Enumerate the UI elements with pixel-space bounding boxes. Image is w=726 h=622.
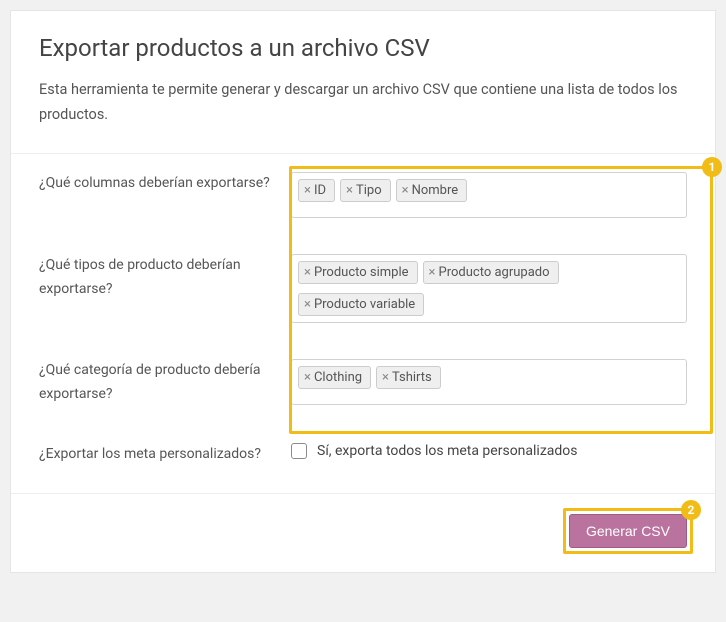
row-meta: ¿Exportar los meta personalizados? Sí, e… (39, 425, 687, 493)
label-types: ¿Qué tipos de producto deberían exportar… (39, 254, 291, 302)
tag[interactable]: ×Tipo (340, 179, 391, 202)
form-area: 1 ¿Qué columnas deberían exportarse? ×ID… (11, 154, 715, 492)
generate-csv-button[interactable]: Generar CSV (569, 514, 687, 548)
remove-tag-icon[interactable]: × (402, 184, 409, 197)
tagbox-columns[interactable]: ×ID×Tipo×Nombre (291, 172, 687, 218)
label-categories: ¿Qué categoría de producto debería expor… (39, 359, 291, 407)
panel-footer: Generar CSV 2 (11, 493, 715, 572)
export-panel: Exportar productos a un archivo CSV Esta… (10, 10, 716, 573)
checkbox-meta-label: Sí, exporta todos los meta personalizado… (317, 443, 578, 459)
tag[interactable]: ×Producto simple (298, 261, 418, 284)
remove-tag-icon[interactable]: × (304, 371, 311, 384)
row-columns: ¿Qué columnas deberían exportarse? ×ID×T… (39, 154, 687, 236)
remove-tag-icon[interactable]: × (304, 298, 311, 311)
tag[interactable]: ×Tshirts (376, 366, 441, 389)
tag-label: ID (314, 183, 326, 198)
remove-tag-icon[interactable]: × (429, 266, 436, 279)
tag[interactable]: ×ID (298, 179, 335, 202)
tag[interactable]: ×Nombre (396, 179, 468, 202)
label-columns: ¿Qué columnas deberían exportarse? (39, 172, 291, 196)
tag[interactable]: ×Producto variable (298, 293, 424, 316)
tag-label: Clothing (314, 370, 362, 385)
tag[interactable]: ×Clothing (298, 366, 371, 389)
row-categories: ¿Qué categoría de producto debería expor… (39, 341, 687, 425)
tag[interactable]: ×Producto agrupado (423, 261, 559, 284)
tag-label: Producto simple (314, 265, 409, 280)
annotation-marker-1: 1 (702, 157, 722, 177)
remove-tag-icon[interactable]: × (304, 266, 311, 279)
remove-tag-icon[interactable]: × (304, 184, 311, 197)
tagbox-types[interactable]: ×Producto simple×Producto agrupado×Produ… (291, 254, 687, 323)
tagbox-categories[interactable]: ×Clothing×Tshirts (291, 359, 687, 405)
remove-tag-icon[interactable]: × (382, 371, 389, 384)
tag-label: Tshirts (392, 370, 432, 385)
page-title: Exportar productos a un archivo CSV (39, 33, 687, 64)
row-types: ¿Qué tipos de producto deberían exportar… (39, 236, 687, 341)
checkbox-meta[interactable] (291, 443, 307, 459)
tag-label: Producto variable (314, 297, 415, 312)
label-meta: ¿Exportar los meta personalizados? (39, 443, 291, 467)
remove-tag-icon[interactable]: × (346, 184, 353, 197)
tag-label: Nombre (412, 183, 459, 198)
tag-label: Producto agrupado (439, 265, 550, 280)
tag-label: Tipo (356, 183, 382, 198)
page-description: Esta herramienta te permite generar y de… (39, 78, 687, 127)
